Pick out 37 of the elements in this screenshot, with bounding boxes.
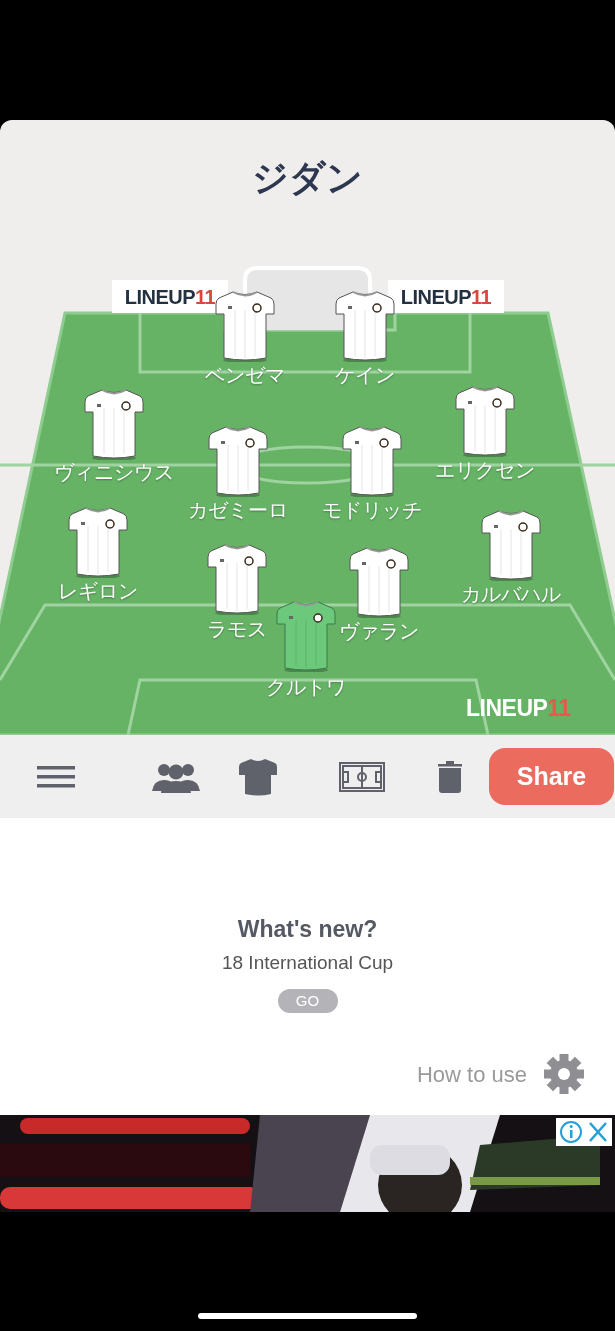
jersey-icon[interactable] — [481, 509, 541, 581]
news-text: 18 International Cup — [221, 951, 394, 973]
news-heading: What's new? — [237, 916, 378, 942]
jersey-icon[interactable] — [215, 290, 275, 362]
jersey-icon[interactable] — [208, 425, 268, 497]
info-icon[interactable] — [559, 1120, 583, 1144]
player-name[interactable]: ベンゼマ — [205, 363, 285, 387]
close-icon[interactable] — [587, 1120, 609, 1144]
player-name[interactable]: ケイン — [335, 363, 395, 387]
lineup-logo: LINEUP11 — [112, 280, 228, 313]
jersey-icon[interactable] — [455, 385, 515, 457]
team-title: ジダン — [252, 157, 363, 198]
settings-icon[interactable] — [543, 1053, 585, 1096]
jersey-icon[interactable] — [68, 506, 128, 578]
go-button[interactable]: GO — [277, 989, 338, 1014]
player-name[interactable]: ヴィニシウス — [54, 460, 174, 484]
pitch-icon[interactable] — [339, 761, 385, 792]
player-name[interactable]: モドリッチ — [322, 498, 422, 522]
jersey-icon[interactable] — [342, 425, 402, 497]
player-name[interactable]: エリクセン — [435, 458, 535, 482]
player-name[interactable]: カルバハル — [461, 582, 561, 606]
player-name[interactable]: レギロン — [58, 579, 138, 603]
lineup-logo: LINEUP11 — [466, 694, 571, 724]
share-button[interactable]: Share — [489, 748, 614, 805]
how-to-use-link[interactable]: How to use — [416, 1057, 527, 1091]
jersey-icon[interactable] — [84, 388, 144, 460]
player-name[interactable]: クルトワ — [266, 675, 346, 699]
jersey-icon[interactable] — [349, 546, 409, 618]
player-name[interactable]: ラモス — [207, 617, 267, 641]
trash-icon[interactable] — [438, 760, 462, 793]
jersey-icon[interactable] — [335, 290, 395, 362]
menu-icon[interactable] — [37, 763, 75, 790]
lineup-logo: LINEUP11 — [388, 280, 504, 313]
jersey-icon[interactable] — [207, 543, 267, 615]
player-name[interactable]: カゼミーロ — [188, 498, 288, 522]
player-name[interactable]: ヴァラン — [339, 619, 419, 643]
shirt-icon[interactable] — [239, 757, 277, 796]
